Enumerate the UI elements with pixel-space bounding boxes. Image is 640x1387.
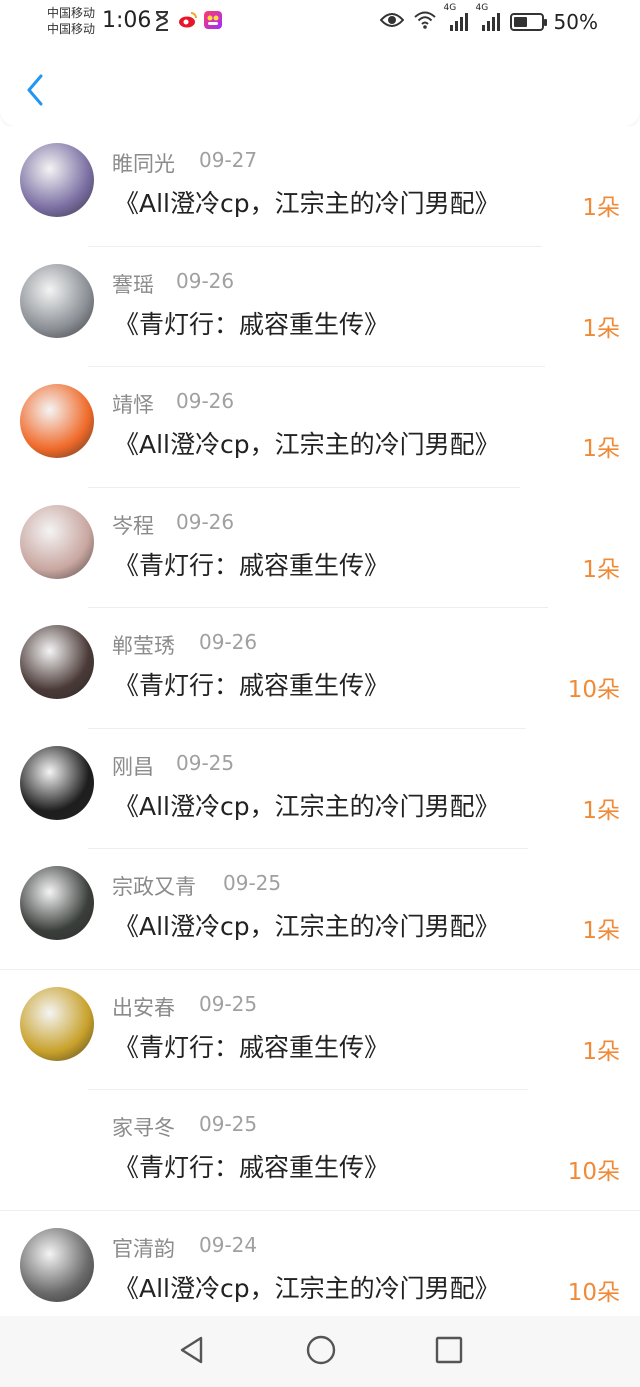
hourglass-icon bbox=[154, 11, 170, 35]
user-name: 刚昌 bbox=[112, 754, 154, 779]
app-notification-icon bbox=[204, 11, 222, 29]
status-right: 4G 4G 50% bbox=[379, 3, 598, 34]
date-label: 09-26 bbox=[176, 268, 235, 293]
date-label: 09-26 bbox=[199, 630, 258, 654]
chevron-left-icon bbox=[25, 74, 45, 110]
signal-icon-2: 4G bbox=[476, 3, 500, 31]
date-label: 09-25 bbox=[199, 991, 258, 1016]
page-header bbox=[0, 44, 640, 126]
date-label: 09-27 bbox=[199, 148, 258, 172]
user-name: 靖怿 bbox=[112, 393, 154, 417]
list-item[interactable]: 睢同光 09-27 《All澄冷cp，江宗主的冷门男配》 1朵 bbox=[0, 126, 640, 247]
user-name: 宗政又青 bbox=[112, 875, 196, 899]
square-recent-icon bbox=[435, 1336, 463, 1363]
list-item[interactable]: 官清韵 09-24 《All澄冷cp，江宗主的冷门男配》 10朵 bbox=[0, 1211, 640, 1317]
list-item[interactable]: 宗政又青 09-25 《All澄冷cp，江宗主的冷门男配》 1朵 bbox=[0, 849, 640, 970]
user-name: 官清韵 bbox=[112, 1236, 175, 1261]
nav-recent-button[interactable] bbox=[435, 1336, 463, 1368]
list-item[interactable]: 郸莹琇 09-26 《青灯行：戚容重生传》 10朵 bbox=[0, 608, 640, 729]
avatar[interactable] bbox=[20, 866, 94, 940]
status-bar: 中国移动 中国移动 1:06 4G 4G 50% bbox=[0, 0, 640, 44]
avatar[interactable] bbox=[20, 504, 94, 579]
network-type-2: 4G bbox=[475, 3, 489, 13]
signal-icon-1: 4G bbox=[444, 3, 468, 31]
network-type-1: 4G bbox=[443, 3, 457, 13]
flower-count: 10朵 bbox=[567, 1159, 620, 1185]
book-title[interactable]: 《青灯行：戚容重生传》 bbox=[114, 305, 389, 341]
date-label: 09-26 bbox=[176, 509, 235, 534]
avatar[interactable] bbox=[20, 625, 94, 699]
book-title[interactable]: 《青灯行：戚容重生传》 bbox=[114, 1028, 389, 1064]
list-item[interactable]: 謇瑶 09-26 《青灯行：戚容重生传》 1朵 bbox=[0, 247, 640, 367]
carrier-label: 中国移动 中国移动 bbox=[47, 5, 95, 37]
avatar[interactable] bbox=[20, 1227, 94, 1302]
book-title[interactable]: 《All澄冷cp，江宗主的冷门男配》 bbox=[114, 787, 500, 823]
flower-count: 10朵 bbox=[567, 1279, 620, 1306]
nav-home-button[interactable] bbox=[305, 1334, 337, 1370]
date-label: 09-25 bbox=[223, 871, 282, 895]
list-item[interactable]: 岑程 09-26 《青灯行：戚容重生传》 1朵 bbox=[0, 488, 640, 608]
avatar[interactable] bbox=[20, 745, 94, 820]
list-item[interactable]: 出安春 09-25 《青灯行：戚容重生传》 1朵 bbox=[0, 970, 640, 1090]
book-title[interactable]: 《All澄冷cp，江宗主的冷门男配》 bbox=[114, 184, 500, 220]
flower-count: 1朵 bbox=[582, 556, 620, 583]
book-title[interactable]: 《青灯行：戚容重生传》 bbox=[114, 1148, 389, 1184]
list-item[interactable]: 刚昌 09-25 《All澄冷cp，江宗主的冷门男配》 1朵 bbox=[0, 729, 640, 849]
book-title[interactable]: 《All澄冷cp，江宗主的冷门男配》 bbox=[114, 425, 500, 461]
list-item[interactable]: 家寻冬 09-25 《青灯行：戚容重生传》 10朵 bbox=[0, 1090, 640, 1211]
flower-count: 1朵 bbox=[582, 195, 620, 221]
back-button[interactable] bbox=[20, 74, 50, 110]
date-label: 09-25 bbox=[176, 750, 235, 775]
battery-percent: 50% bbox=[553, 10, 598, 34]
book-title[interactable]: 《青灯行：戚容重生传》 bbox=[114, 666, 389, 702]
flower-count: 1朵 bbox=[582, 797, 620, 824]
flower-count: 1朵 bbox=[582, 1038, 620, 1065]
battery-icon bbox=[509, 13, 547, 31]
triangle-back-icon bbox=[180, 1336, 203, 1363]
carrier-line-2: 中国移动 bbox=[47, 22, 96, 36]
avatar[interactable] bbox=[20, 986, 94, 1061]
book-title[interactable]: 《青灯行：戚容重生传》 bbox=[114, 546, 389, 582]
notification-icons bbox=[154, 11, 222, 35]
flower-count: 1朵 bbox=[582, 315, 620, 342]
date-label: 09-25 bbox=[199, 1112, 258, 1136]
date-label: 09-26 bbox=[176, 389, 235, 413]
avatar[interactable] bbox=[20, 263, 94, 338]
circle-home-icon bbox=[306, 1335, 336, 1364]
user-name: 出安春 bbox=[112, 995, 175, 1020]
flower-count: 1朵 bbox=[582, 918, 620, 944]
avatar[interactable] bbox=[20, 143, 94, 217]
nav-back-button[interactable] bbox=[177, 1335, 207, 1369]
user-name: 家寻冬 bbox=[112, 1116, 175, 1140]
user-name: 郸莹琇 bbox=[112, 634, 175, 658]
flower-count: 1朵 bbox=[582, 436, 620, 462]
status-time: 1:06 bbox=[102, 8, 152, 33]
user-name: 睢同光 bbox=[112, 152, 175, 176]
list-item[interactable]: 靖怿 09-26 《All澄冷cp，江宗主的冷门男配》 1朵 bbox=[0, 367, 640, 488]
system-nav-bar bbox=[0, 1316, 640, 1387]
date-label: 09-24 bbox=[199, 1232, 258, 1257]
flower-count: 10朵 bbox=[567, 677, 620, 703]
carrier-line-1: 中国移动 bbox=[47, 6, 96, 20]
battery-level bbox=[513, 17, 527, 27]
weibo-icon bbox=[178, 11, 197, 29]
book-title[interactable]: 《All澄冷cp，江宗主的冷门男配》 bbox=[114, 1269, 500, 1305]
eye-icon bbox=[379, 10, 404, 34]
user-name: 岑程 bbox=[112, 513, 154, 538]
gift-record-list: 睢同光 09-27 《All澄冷cp，江宗主的冷门男配》 1朵 謇瑶 09-26 《青灯行：… bbox=[0, 126, 640, 1316]
avatar[interactable] bbox=[20, 384, 94, 458]
wifi-icon bbox=[413, 10, 436, 34]
book-title[interactable]: 《All澄冷cp，江宗主的冷门男配》 bbox=[114, 907, 500, 943]
user-name: 謇瑶 bbox=[112, 272, 154, 297]
